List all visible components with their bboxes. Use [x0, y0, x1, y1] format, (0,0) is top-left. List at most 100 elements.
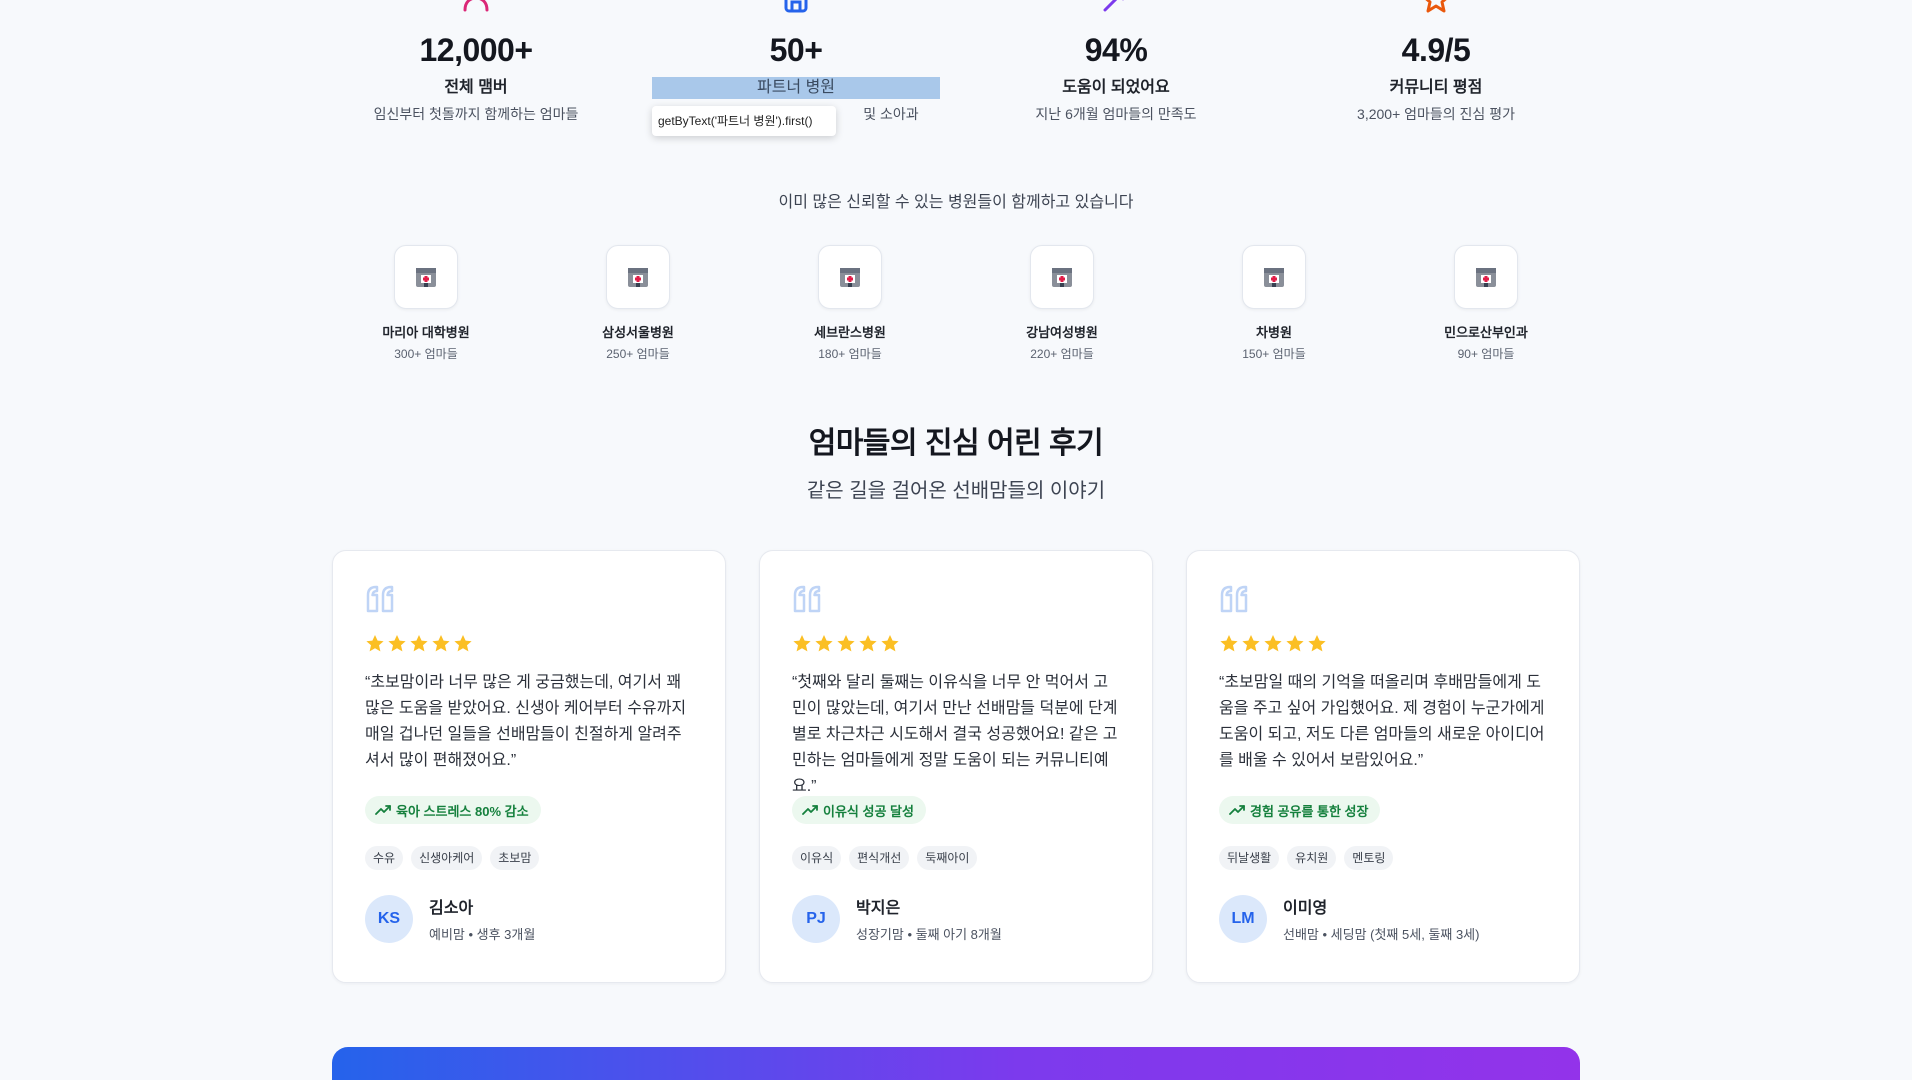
- hospital-count: 180+ 엄마들: [818, 347, 882, 361]
- hospitals-caption: 이미 많은 신뢰할 수 있는 병원들이 함께하고 있습니다: [778, 194, 1134, 211]
- star-icon: [432, 635, 450, 652]
- tag: 유치원: [1287, 846, 1337, 870]
- author-name: 이미영: [1283, 900, 1328, 917]
- stat-label: 파트너 병원: [652, 77, 940, 99]
- star-icon: [793, 635, 811, 652]
- stat-label: 전체 맴버: [444, 79, 508, 96]
- tag: 이유식: [792, 846, 842, 870]
- star-rating: [365, 634, 693, 654]
- hospital-item: 강남여성병원 220+ 엄마들: [972, 245, 1152, 362]
- outcome-badge: 경험 공유를 통한 성장: [1219, 796, 1381, 824]
- hospital-icon: [1030, 245, 1094, 309]
- tag: 편식개선: [849, 846, 910, 870]
- hospital-icon: [818, 245, 882, 309]
- author-meta: 성장기맘 • 둘째 아기 8개월: [856, 927, 1002, 942]
- outcome-label: 육아 스트레스 80% 감소: [396, 803, 529, 819]
- stat-label: 도움이 되었어요: [1062, 79, 1170, 96]
- hospital-count: 220+ 엄마들: [1030, 347, 1094, 361]
- hospital-item: 민으로산부인과 90+ 엄마들: [1396, 245, 1576, 362]
- hospital-count: 300+ 엄마들: [394, 347, 458, 361]
- stats-section: 12,000+ 전체 맴버 임신부터 첫돌까지 함께하는 엄마들 50+ 파트너…: [336, 0, 1598, 140]
- star-icon: [410, 635, 428, 652]
- hospital-icon: [394, 245, 458, 309]
- hospital-item: 차병원 150+ 엄마들: [1184, 245, 1364, 362]
- review-card: “첫째와 달리 둘째는 이유식을 너무 안 먹어서 고민이 많았는데, 여기서 …: [759, 550, 1153, 983]
- stat-value: 50+: [769, 32, 823, 68]
- star-icon: [1220, 635, 1238, 652]
- stat-members: 12,000+ 전체 맴버 임신부터 첫돌까지 함께하는 엄마들: [316, 0, 636, 124]
- author-name: 박지은: [856, 900, 901, 917]
- trending-up-icon: [375, 805, 391, 815]
- users-icon: [316, 0, 636, 14]
- tag: 뒤날생활: [1219, 846, 1280, 870]
- review-tags: 수유 신생아케어 초보맘: [365, 846, 693, 870]
- star-icon: [366, 635, 384, 652]
- avatar: KS: [365, 894, 413, 943]
- hospital-icon: [606, 245, 670, 309]
- sparkle-icon: [956, 0, 1276, 14]
- hospital-count: 90+ 엄마들: [1457, 347, 1515, 361]
- reviews-title: 엄마들의 진심 어린 후기: [808, 427, 1104, 460]
- stat-description: 지난 6개월 엄마들의 만족도: [1035, 106, 1197, 122]
- review-card: “초보맘이라 너무 많은 게 궁금했는데, 여기서 꽤 많은 도움을 받았어요.…: [332, 550, 726, 983]
- star-icon: [1308, 635, 1326, 652]
- hospital-name: 차병원: [1256, 325, 1292, 340]
- review-author: PJ 박지은 성장기맘 • 둘째 아기 8개월: [792, 894, 1120, 943]
- star-rating: [792, 634, 1120, 654]
- review-tags: 뒤날생활 유치원 멘토링: [1219, 846, 1547, 870]
- hospital-building-icon: [636, 0, 956, 14]
- quote-icon: [365, 585, 693, 615]
- tag: 둑째아이: [917, 846, 978, 870]
- hospital-item: 세브란스병원 180+ 엄마들: [760, 245, 940, 362]
- tag: 신생아케어: [411, 846, 483, 870]
- outcome-badge: 이유식 성공 달성: [792, 796, 926, 824]
- stat-description: 3,200+ 엄마들의 진심 평가: [1357, 106, 1515, 122]
- star-icon: [1286, 635, 1304, 652]
- author-meta: 예비맘 • 생후 3개월: [429, 927, 536, 942]
- hospital-name: 강남여성병원: [1026, 325, 1098, 340]
- hospital-icon: [1454, 245, 1518, 309]
- outcome-label: 이유식 성공 달성: [823, 803, 914, 819]
- star-icon: [1242, 635, 1260, 652]
- review-tags: 이유식 편식개선 둑째아이: [792, 846, 1120, 870]
- star-icon: [837, 635, 855, 652]
- stat-value: 94%: [1084, 32, 1148, 68]
- hospital-name: 세브란스병원: [814, 325, 886, 340]
- quote-icon: [792, 585, 1120, 615]
- stat-label: 커뮤니티 평점: [1389, 79, 1483, 96]
- tag: 초보맘: [490, 846, 540, 870]
- outcome-label: 경험 공유를 통한 성장: [1250, 803, 1369, 819]
- avatar: LM: [1219, 894, 1267, 943]
- avatar: PJ: [792, 894, 840, 943]
- tag: 수유: [365, 846, 404, 870]
- hospital-name: 민으로산부인과: [1444, 325, 1528, 340]
- stat-satisfaction: 94% 도움이 되었어요 지난 6개월 엄마들의 만족도: [956, 0, 1276, 124]
- hospital-count: 150+ 엄마들: [1242, 347, 1306, 361]
- review-text: “첫째와 달리 둘째는 이유식을 너무 안 먹어서 고민이 많았는데, 여기서 …: [792, 674, 1118, 795]
- locator-tooltip: getByText('파트너 병원').first(): [652, 106, 836, 136]
- hospital-item: 삼성서울병원 250+ 엄마들: [548, 245, 728, 362]
- stat-value: 12,000+: [419, 32, 533, 68]
- star-icon: [1276, 0, 1596, 14]
- author-name: 김소아: [429, 900, 474, 917]
- review-card: “초보맘일 때의 기억을 떠올리며 후배맘들에게 도움을 주고 싶어 가입했어요…: [1186, 550, 1580, 983]
- hospital-count: 250+ 엄마들: [606, 347, 670, 361]
- star-icon: [454, 635, 472, 652]
- star-icon: [815, 635, 833, 652]
- star-rating: [1219, 634, 1547, 654]
- review-text: “초보맘일 때의 기억을 떠올리며 후배맘들에게 도움을 주고 싶어 가입했어요…: [1219, 674, 1545, 769]
- trending-up-icon: [1229, 805, 1245, 815]
- stat-description: 임신부터 첫돌까지 함께하는 엄마들: [373, 106, 579, 122]
- stat-rating: 4.9/5 커뮤니티 평점 3,200+ 엄마들의 진심 평가: [1276, 0, 1596, 124]
- hospital-icon: [1242, 245, 1306, 309]
- star-icon: [388, 635, 406, 652]
- quote-icon: [1219, 585, 1547, 615]
- hospital-item: 마리아 대학병원 300+ 엄마들: [336, 245, 516, 362]
- star-icon: [859, 635, 877, 652]
- review-text: “초보맘이라 너무 많은 게 궁금했는데, 여기서 꽤 많은 도움을 받았어요.…: [365, 674, 687, 769]
- star-icon: [1264, 635, 1282, 652]
- reviews-subtitle: 같은 길을 걸어온 선배맘들의 이야기: [806, 480, 1106, 502]
- hospital-name: 삼성서울병원: [602, 325, 674, 340]
- star-icon: [881, 635, 899, 652]
- author-meta: 선배맘 • 세딩맘 (첫째 5세, 둘째 3세): [1283, 927, 1480, 942]
